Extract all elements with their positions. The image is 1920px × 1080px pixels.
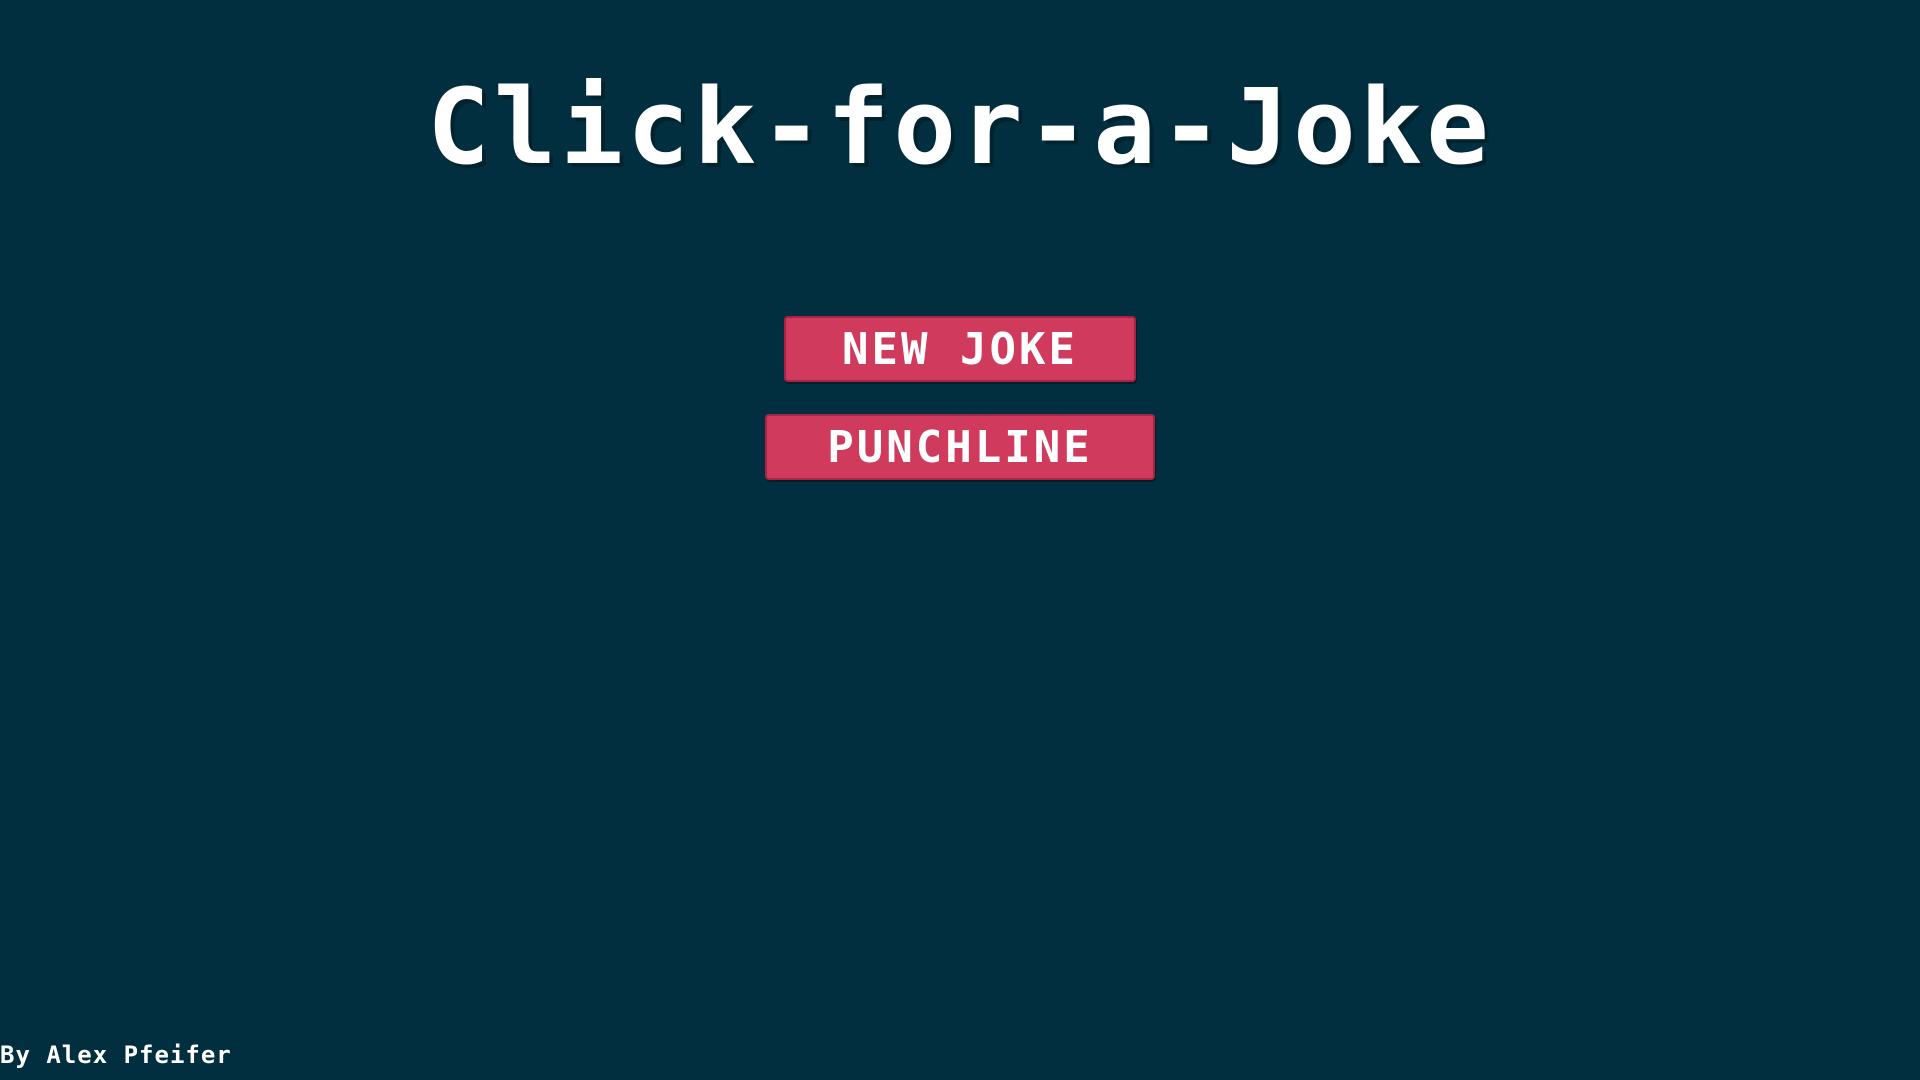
page-title: Click-for-a-Joke bbox=[427, 66, 1493, 188]
footer-credit: By Alex Pfeifer bbox=[0, 1041, 232, 1069]
punchline-button[interactable]: PUNCHLINE bbox=[765, 414, 1155, 480]
new-joke-button[interactable]: NEW JOKE bbox=[784, 316, 1136, 382]
button-stack: NEW JOKE PUNCHLINE bbox=[0, 316, 1920, 480]
